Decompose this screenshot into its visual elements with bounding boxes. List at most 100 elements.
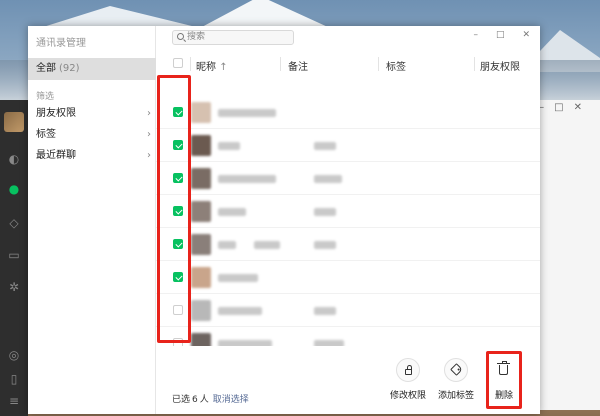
window-controls: – □ ✕: [455, 30, 530, 40]
redacted-text: [218, 175, 276, 183]
redacted-text: [218, 274, 258, 282]
row-checkbox[interactable]: [173, 272, 183, 282]
column-remark[interactable]: 备注: [288, 58, 308, 73]
action-circle: [492, 358, 516, 382]
avatar[interactable]: [4, 112, 24, 132]
filter-label: 最近群聊: [36, 150, 76, 161]
bottom-action-bar: 已选 6 人取消选择 修改权限 添加标签 删除: [156, 346, 540, 414]
avatar: [191, 102, 211, 123]
redacted-text: [314, 307, 336, 315]
row-checkbox[interactable]: [173, 173, 183, 183]
contacts-manager-window: 通讯录管理 全部 (92) 筛选 朋友权限 › 标签 › 最近群聊 › – □ ✕ 搜…: [28, 26, 540, 414]
cancel-selection-link[interactable]: 取消选择: [213, 395, 249, 405]
contacts-icon[interactable]: ●: [7, 182, 21, 196]
minimize-icon[interactable]: –: [539, 102, 554, 113]
menu-icon[interactable]: ≡: [7, 394, 21, 408]
search-placeholder: 搜索: [187, 32, 206, 42]
redacted-text: [314, 241, 336, 249]
column-nickname[interactable]: 昵称 ↑: [196, 58, 228, 73]
chevron-right-icon: ›: [147, 150, 151, 161]
window-title: 通讯录管理: [36, 38, 86, 49]
column-friend-permission[interactable]: 朋友权限: [480, 58, 520, 73]
trash-icon: [497, 361, 510, 375]
phone-icon[interactable]: ▯: [7, 372, 21, 386]
search-input[interactable]: 搜索: [172, 30, 294, 45]
selection-summary: 已选 6 人取消选择: [172, 392, 249, 405]
favorites-icon[interactable]: ◇: [7, 216, 21, 230]
files-icon[interactable]: ▭: [7, 248, 21, 262]
column-divider: [280, 57, 281, 71]
main-window-controls[interactable]: –□✕: [539, 102, 592, 113]
action-circle: [396, 358, 420, 382]
select-all-checkbox[interactable]: [173, 58, 183, 68]
mountain-peak: [200, 0, 330, 28]
redacted-text: [218, 307, 262, 315]
table-row[interactable]: [156, 129, 540, 162]
add-tag-button[interactable]: 添加标签: [434, 354, 478, 414]
column-divider: [190, 57, 191, 71]
redacted-text: [218, 109, 276, 117]
avatar: [191, 234, 211, 255]
table-row[interactable]: [156, 294, 540, 327]
contacts-list-panel: – □ ✕ 搜索 昵称 ↑ 备注 标签 朋友权限 已选6人取消选择 修改权限: [156, 26, 540, 414]
delete-button[interactable]: 删除: [482, 354, 526, 414]
row-checkbox[interactable]: [173, 206, 183, 216]
contacts-filter-panel: 通讯录管理 全部 (92) 筛选 朋友权限 › 标签 › 最近群聊 ›: [28, 26, 156, 414]
search-icon: [177, 33, 184, 40]
sort-ascending-icon: ↑: [219, 62, 228, 73]
avatar: [191, 135, 211, 156]
modify-permission-button[interactable]: 修改权限: [386, 354, 430, 414]
selected-count: 6: [192, 395, 198, 405]
table-row[interactable]: [156, 162, 540, 195]
nav-all-count: (92): [59, 63, 80, 74]
wechat-sidebar: ◐ ● ◇ ▭ ✲ ◎ ▯ ≡: [0, 100, 28, 416]
redacted-text: [314, 208, 336, 216]
avatar: [191, 168, 211, 189]
column-divider: [474, 57, 475, 71]
row-checkbox[interactable]: [173, 107, 183, 117]
chat-icon[interactable]: ◐: [7, 152, 21, 166]
row-checkbox[interactable]: [173, 305, 183, 315]
filter-friend-permission[interactable]: 朋友权限 ›: [36, 105, 151, 123]
column-tags[interactable]: 标签: [386, 58, 406, 73]
moments-icon[interactable]: ◎: [7, 348, 21, 362]
filter-label: 标签: [36, 129, 56, 140]
nav-all-contacts[interactable]: 全部 (92): [28, 58, 156, 80]
filter-heading: 筛选: [36, 92, 55, 102]
table-row[interactable]: [156, 96, 540, 129]
avatar: [191, 267, 211, 288]
redacted-text: [218, 208, 246, 216]
tag-icon: [450, 363, 463, 376]
row-checkbox[interactable]: [173, 239, 183, 249]
minimize-icon[interactable]: –: [473, 30, 478, 40]
redacted-text: [254, 241, 280, 249]
chevron-right-icon: ›: [147, 108, 151, 119]
filter-recent-groups[interactable]: 最近群聊 ›: [36, 147, 151, 165]
maximize-icon[interactable]: □: [496, 30, 505, 40]
redacted-text: [314, 175, 342, 183]
close-icon[interactable]: ✕: [522, 30, 530, 40]
nav-all-label: 全部: [36, 63, 56, 74]
redacted-text: [314, 142, 336, 150]
maximize-icon[interactable]: □: [554, 102, 573, 113]
redacted-text: [218, 142, 240, 150]
filter-tags[interactable]: 标签 ›: [36, 126, 151, 144]
action-circle: [444, 358, 468, 382]
lock-icon: [405, 365, 412, 375]
table-row[interactable]: [156, 228, 540, 261]
chevron-right-icon: ›: [147, 129, 151, 140]
mountain-peak: [40, 6, 200, 28]
table-header: 昵称 ↑ 备注 标签 朋友权限: [156, 56, 540, 73]
column-nickname-label: 昵称: [196, 62, 216, 73]
filter-label: 朋友权限: [36, 108, 76, 119]
selected-prefix: 已选: [172, 395, 191, 405]
delete-label: 删除: [494, 391, 513, 401]
redacted-text: [218, 241, 236, 249]
row-checkbox[interactable]: [173, 140, 183, 150]
close-icon[interactable]: ✕: [574, 102, 592, 113]
selected-suffix: 人: [199, 395, 209, 405]
column-divider: [378, 57, 379, 71]
table-row[interactable]: [156, 261, 540, 294]
table-row[interactable]: [156, 195, 540, 228]
settings-gear-icon[interactable]: ✲: [7, 280, 21, 294]
